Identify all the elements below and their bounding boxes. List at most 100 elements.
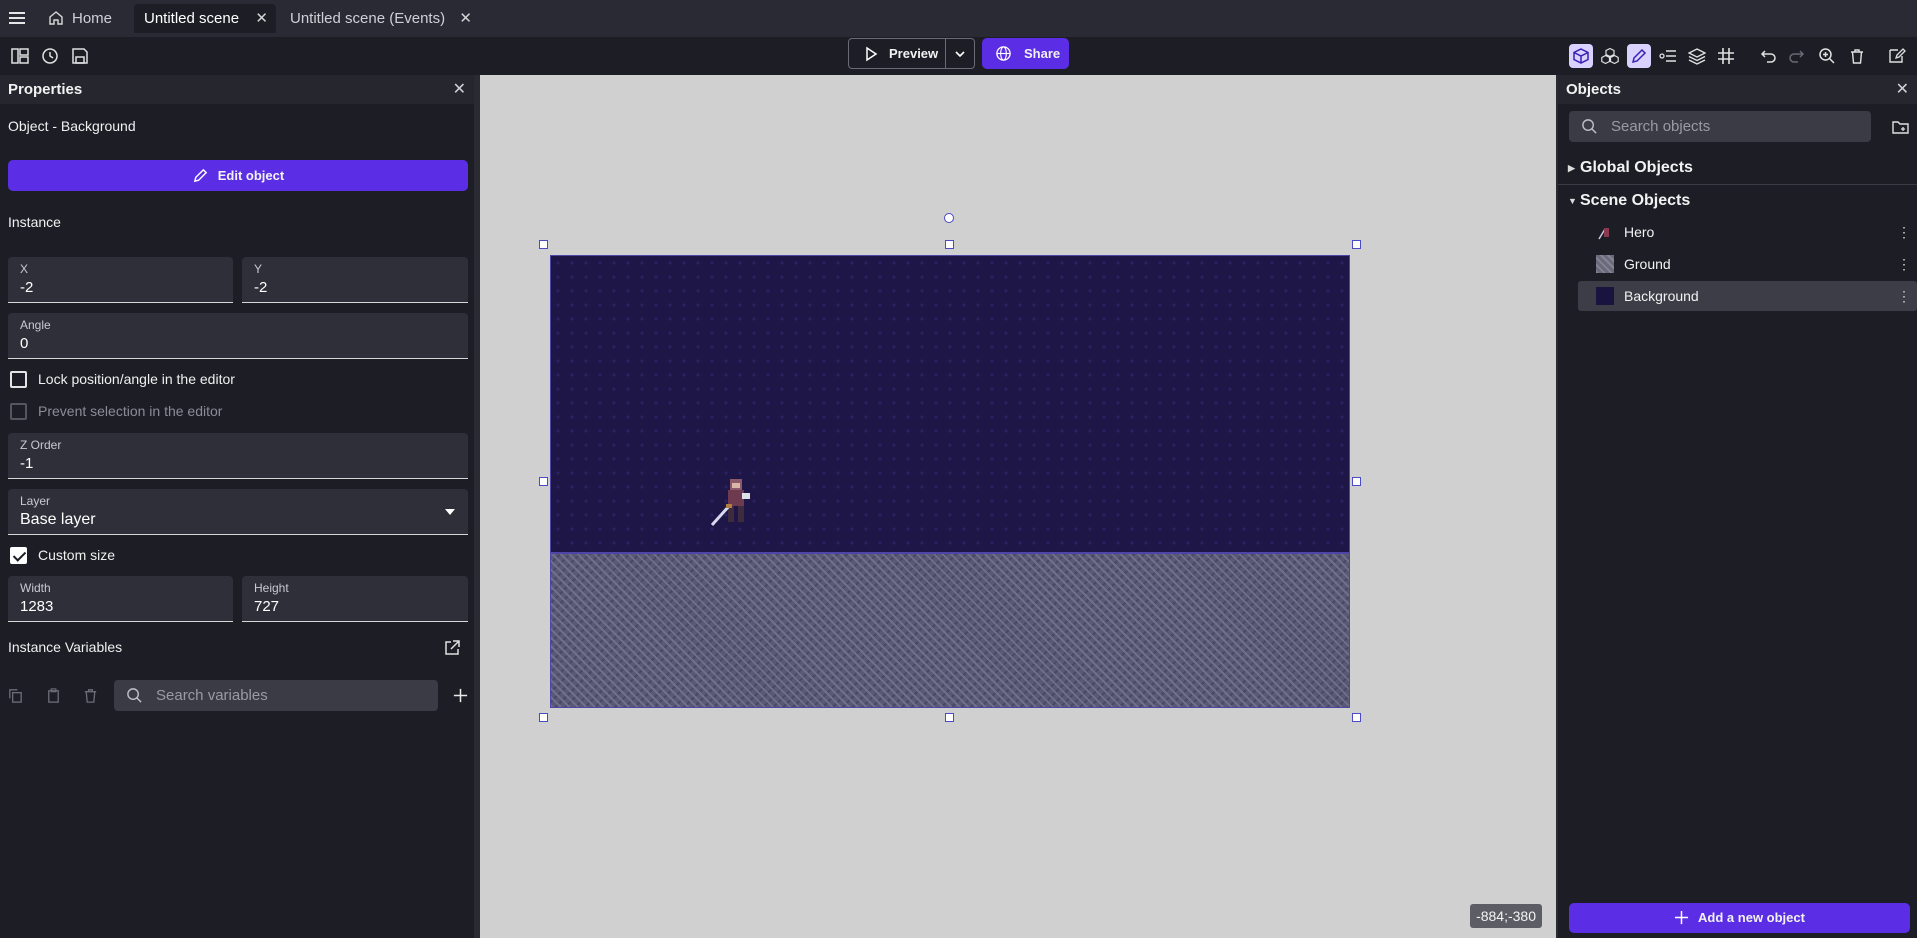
close-icon[interactable]: ✕ [255,4,268,33]
resize-handle[interactable] [539,713,548,722]
edit-object-label: Edit object [217,168,285,183]
close-icon[interactable]: ✕ [459,4,472,33]
field-label: Z Order [20,438,62,452]
more-options-icon[interactable]: ⋮ [1897,217,1911,247]
instance-heading: Instance [8,214,61,230]
preview-button[interactable]: Preview [848,38,946,69]
object-item-ground[interactable]: Ground ⋮ [1578,249,1917,279]
objects-panel-toggle[interactable] [1569,44,1593,68]
group-label: Global Objects [1580,159,1693,176]
close-icon[interactable]: ✕ [1896,75,1909,104]
width-field[interactable]: Width 1283 [8,576,233,622]
resize-handle[interactable] [1352,477,1361,486]
tab-label: Untitled scene (Events) [290,10,446,27]
cube-icon [1573,48,1589,64]
more-options-icon[interactable]: ⋮ [1897,249,1911,279]
object-groups-toggle[interactable] [1598,44,1622,68]
global-objects-group[interactable]: ▶ Global Objects [1558,152,1917,184]
pencil-icon [1631,48,1647,64]
undo-button[interactable] [1756,44,1780,68]
play-icon [866,46,878,62]
delete-button[interactable] [1845,44,1869,68]
resize-handle[interactable] [1352,713,1361,722]
variables-search-input[interactable]: Search variables [114,680,438,711]
zoom-button[interactable] [1815,44,1839,68]
right-splitter[interactable] [1556,75,1558,938]
search-icon [1582,119,1597,134]
ground-instance[interactable] [550,553,1350,708]
instances-list-toggle[interactable] [1656,44,1680,68]
angle-field[interactable]: Angle 0 [8,313,468,359]
home-icon [49,11,63,25]
grid-toggle[interactable] [1714,44,1738,68]
trash-icon [1851,49,1863,64]
y-field[interactable]: Y -2 [242,257,468,303]
properties-header: Properties ✕ [0,75,474,104]
properties-panel: Properties ✕ Object - Background Edit ob… [0,75,474,938]
preview-label: Preview [889,46,939,61]
height-field[interactable]: Height 727 [242,576,468,622]
layers-icon [1688,48,1706,65]
layer-select[interactable]: Layer Base layer [8,489,468,535]
add-new-object-button[interactable]: Add a new object [1569,903,1910,933]
z-order-field[interactable]: Z Order -1 [8,433,468,479]
copy-icon[interactable] [7,687,24,704]
resize-handle[interactable] [539,240,548,249]
object-label: Background [1624,288,1699,304]
globe-icon [996,46,1011,61]
objects-search-input[interactable]: Search objects [1569,111,1871,142]
field-label: X [20,262,29,276]
prevent-selection-checkbox[interactable] [10,403,27,420]
edit-scene-button[interactable] [1885,44,1909,68]
objects-header: Objects ✕ [1558,75,1917,104]
zoom-icon [1819,48,1835,64]
background-instance[interactable] [550,255,1350,553]
more-options-icon[interactable]: ⋮ [1897,281,1911,311]
chevron-down-icon [955,51,965,58]
save-icon[interactable] [69,45,91,67]
tab-home[interactable]: Home [38,4,132,33]
add-icon[interactable] [452,687,469,704]
redo-button[interactable] [1785,44,1809,68]
tab-scene[interactable]: Untitled scene ✕ [134,4,276,33]
left-splitter[interactable] [474,75,480,938]
resize-handle[interactable] [1352,240,1361,249]
lock-position-label: Lock position/angle in the editor [38,371,235,387]
history-icon[interactable] [39,45,61,67]
open-external-icon[interactable] [443,639,461,657]
prevent-selection-label: Prevent selection in the editor [38,403,223,419]
scene-canvas[interactable]: -884;-380 [480,75,1556,938]
tab-events[interactable]: Untitled scene (Events) ✕ [280,4,480,33]
objects-panel: Objects ✕ Search objects ▶ Global Object… [1558,75,1917,938]
add-folder-icon[interactable] [1891,118,1910,136]
panel-title: Objects [1566,81,1622,98]
x-field[interactable]: X -2 [8,257,233,303]
custom-size-checkbox[interactable] [10,547,27,564]
pencil-icon [193,168,207,183]
preview-options-button[interactable] [946,38,975,69]
lock-position-checkbox[interactable] [10,371,27,388]
resize-handle[interactable] [539,477,548,486]
hero-sprite[interactable] [708,475,756,531]
grid-icon [1718,48,1734,64]
share-button[interactable]: Share [982,38,1069,69]
scene-objects-group[interactable]: ▼ Scene Objects [1558,185,1917,217]
close-icon[interactable]: ✕ [453,75,466,104]
cubes-icon [1601,47,1619,65]
resize-handle[interactable] [945,713,954,722]
object-item-background[interactable]: Background ⋮ [1578,281,1917,311]
rotation-handle[interactable] [944,213,954,223]
field-label: Angle [20,318,51,332]
paste-icon[interactable] [45,687,62,704]
layers-toggle[interactable] [1685,44,1709,68]
trash-icon[interactable] [82,687,99,704]
field-value: 727 [254,598,280,615]
edit-object-button[interactable]: Edit object [8,160,468,191]
object-item-hero[interactable]: Hero ⋮ [1578,217,1917,247]
resize-handle[interactable] [945,240,954,249]
properties-panel-toggle[interactable] [1627,44,1651,68]
edit-window-icon [1889,48,1906,63]
menu-icon[interactable] [6,8,28,28]
panels-icon[interactable] [9,45,31,67]
share-label: Share [1024,46,1061,61]
